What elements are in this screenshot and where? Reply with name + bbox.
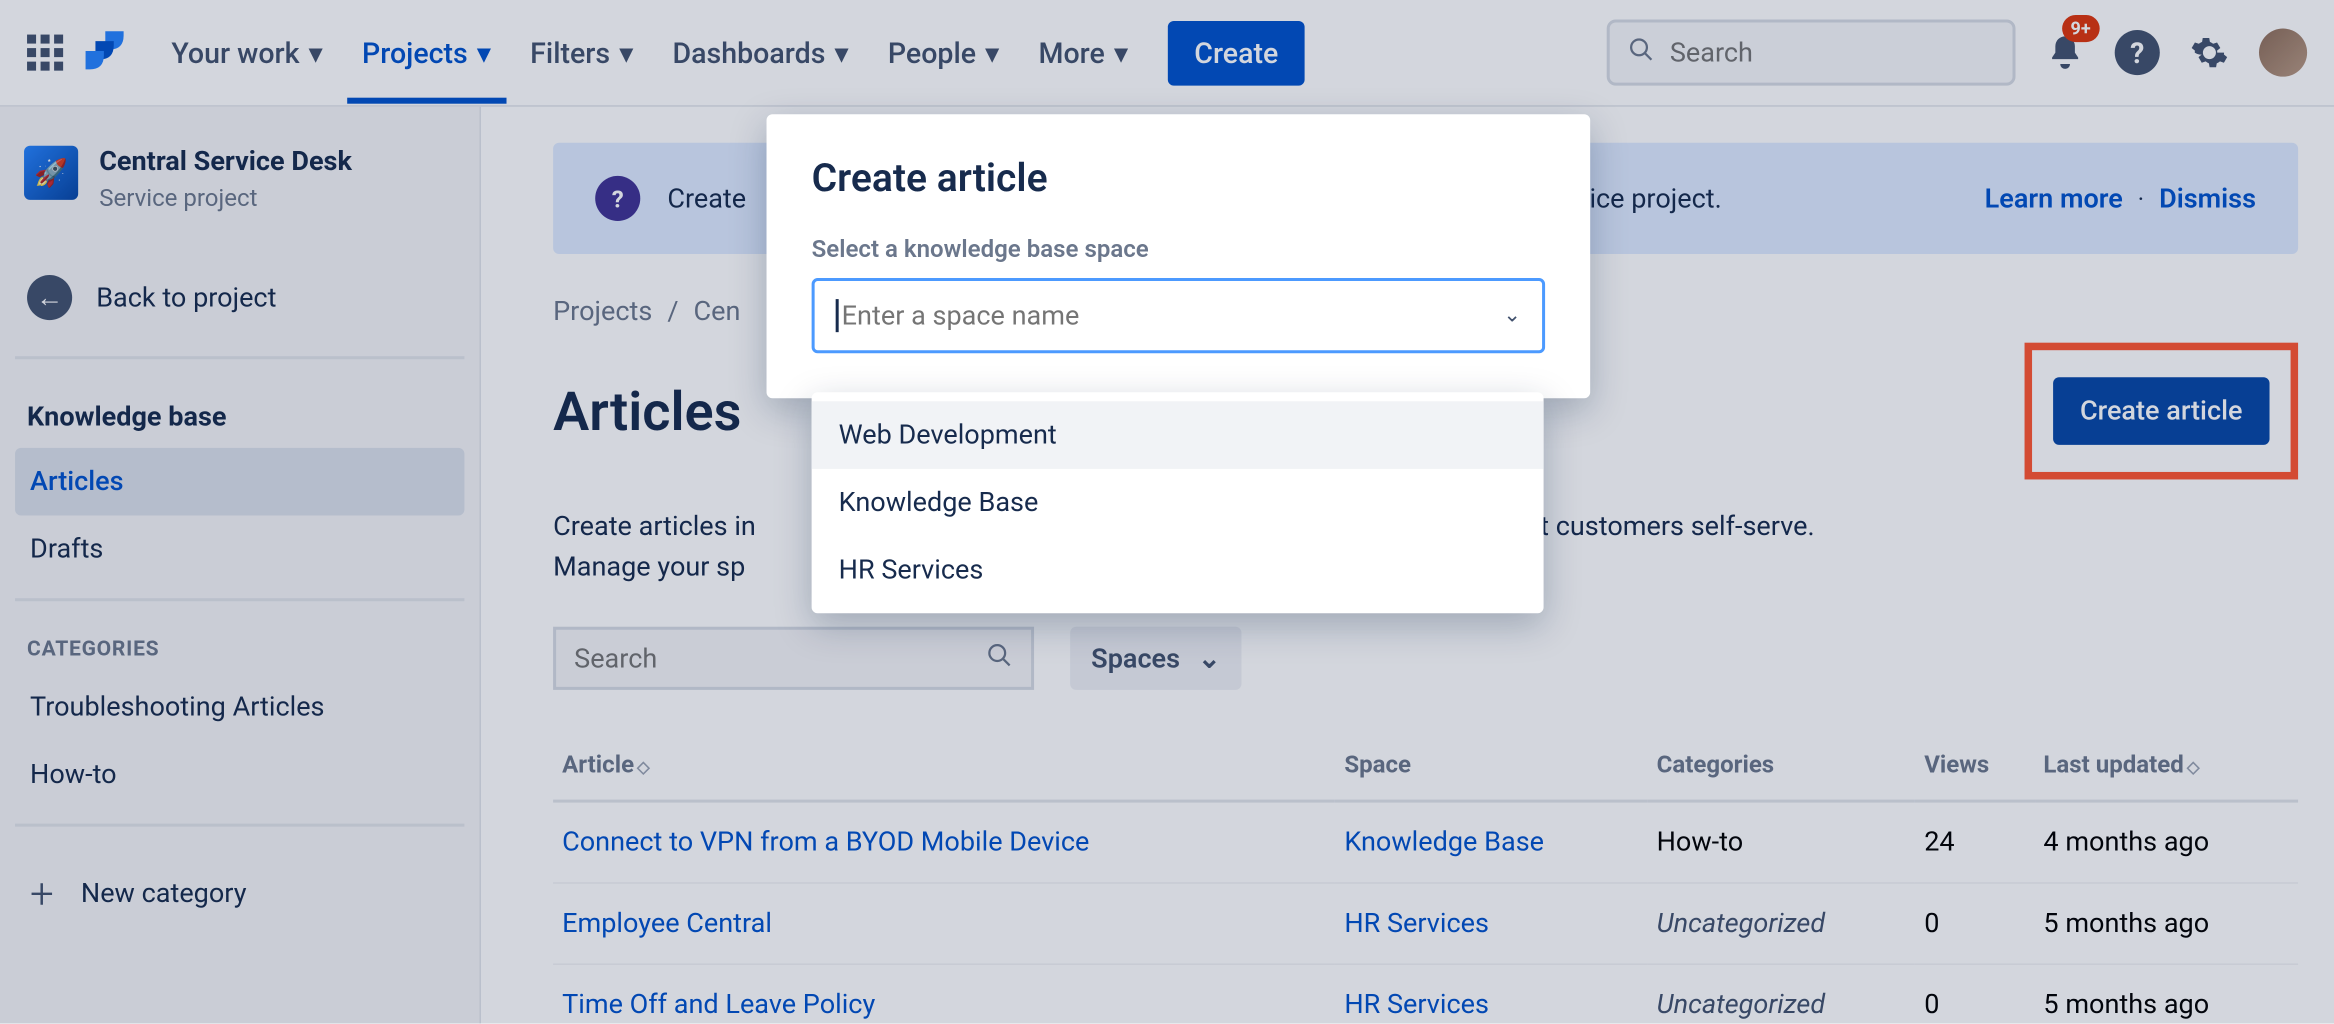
modal-title: Create article [812, 156, 1545, 201]
chevron-down-icon: ⌄ [1503, 304, 1521, 328]
space-option[interactable]: Knowledge Base [812, 469, 1544, 537]
space-option[interactable]: HR Services [812, 537, 1544, 605]
space-select[interactable]: ⌄ [812, 278, 1545, 353]
space-options-dropdown: Web Development Knowledge Base HR Servic… [812, 392, 1544, 613]
create-article-modal: Create article Select a knowledge base s… [767, 114, 1591, 398]
space-select-input[interactable] [842, 300, 1504, 332]
modal-field-label: Select a knowledge base space [812, 234, 1545, 263]
space-option[interactable]: Web Development [812, 401, 1544, 469]
